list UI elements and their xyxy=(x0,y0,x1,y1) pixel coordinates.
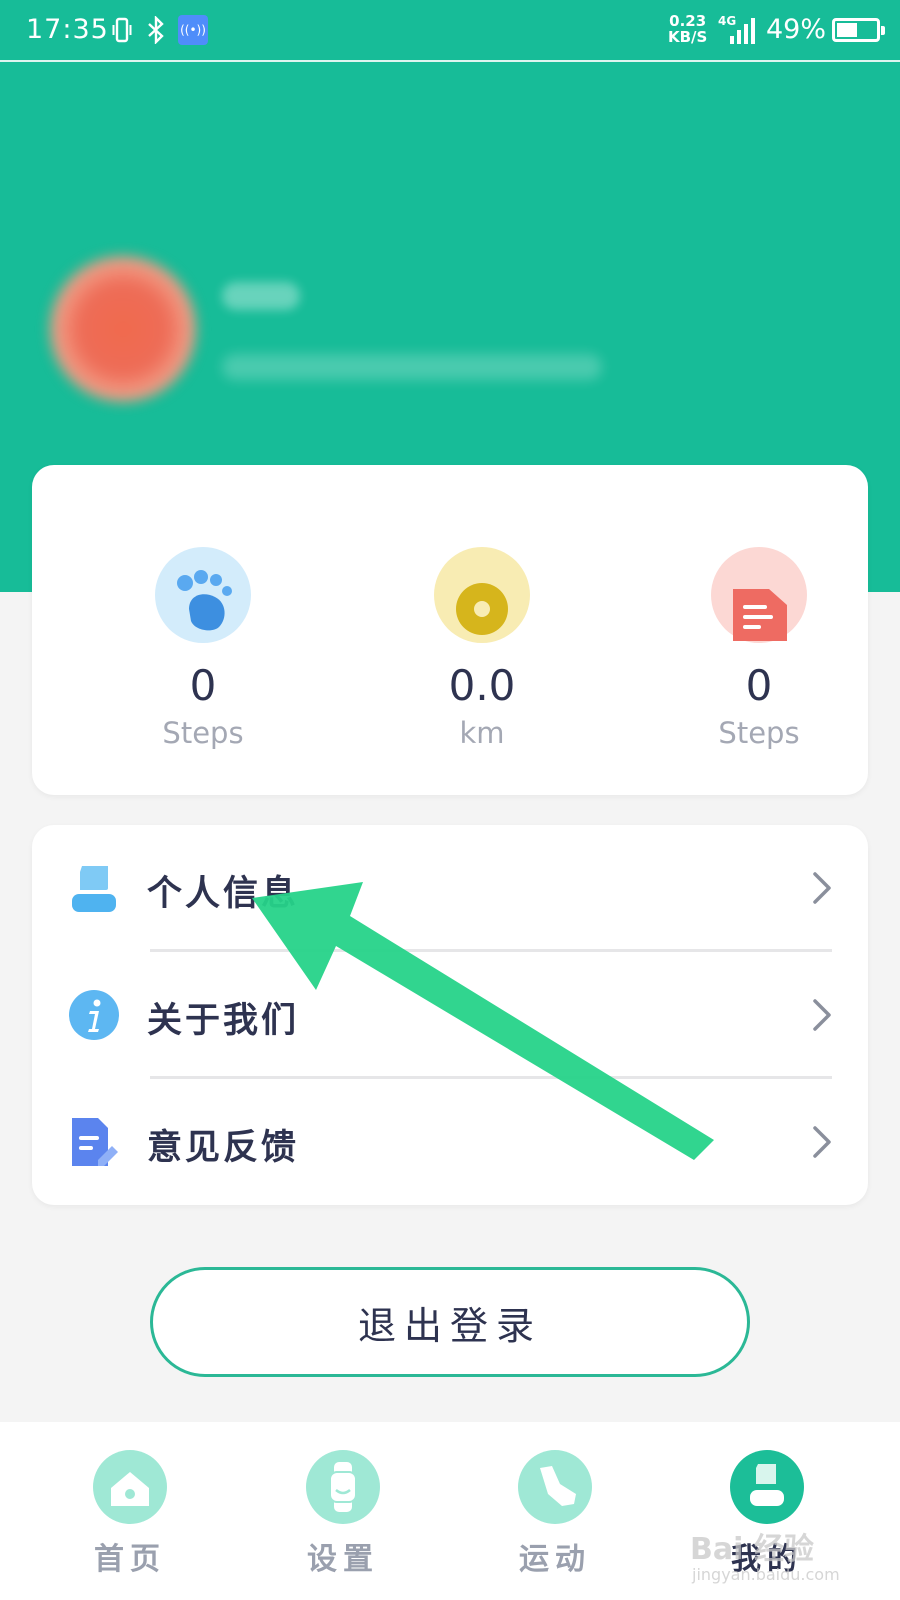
hotspot-icon: ((•)) xyxy=(178,15,208,45)
stat-distance-unit: km xyxy=(459,716,505,750)
shoe-icon xyxy=(518,1450,592,1524)
profile-id xyxy=(222,354,602,380)
signal-icon xyxy=(730,18,755,44)
tab-settings-label: 设置 xyxy=(307,1542,379,1577)
status-bar: 17:35 ((•)) 0.23 KB/S 4G 49% xyxy=(0,0,900,62)
distance-icon xyxy=(434,547,530,643)
logout-button[interactable]: 退出登录 xyxy=(150,1267,750,1377)
stats-card: 0 Steps 0.0 km 0 Steps xyxy=(32,465,868,795)
tab-home-label: 首页 xyxy=(94,1542,166,1577)
avatar[interactable] xyxy=(48,254,198,404)
profile-icon xyxy=(730,1450,804,1524)
stat-report-unit: Steps xyxy=(718,716,800,750)
tab-settings[interactable]: 设置 xyxy=(268,1450,418,1578)
paw-icon xyxy=(155,547,251,643)
watermark-url: jingyan.baidu.com xyxy=(692,1565,840,1584)
watermark: Bai 经验 xyxy=(690,1532,814,1567)
tab-sport-label: 运动 xyxy=(519,1542,591,1577)
vibrate-icon xyxy=(112,17,132,43)
net-speed-unit: KB/S xyxy=(668,28,708,46)
stat-distance-value: 0.0 xyxy=(448,661,516,710)
chevron-right-icon xyxy=(813,999,831,1031)
home-icon xyxy=(93,1450,167,1524)
watch-icon xyxy=(306,1450,380,1524)
feedback-icon xyxy=(72,1118,118,1166)
battery-icon xyxy=(832,18,885,42)
stat-steps-unit: Steps xyxy=(162,716,244,750)
tab-sport[interactable]: 运动 xyxy=(480,1450,630,1578)
net-speed-value: 0.23 xyxy=(669,12,707,30)
stat-steps: 0 Steps xyxy=(113,547,293,750)
menu-label-about-us: 关于我们 xyxy=(147,1000,300,1041)
stat-report: 0 Steps xyxy=(669,547,849,750)
net-speed: 0.23 KB/S xyxy=(668,13,707,45)
menu-label-personal-info: 个人信息 xyxy=(147,873,300,914)
menu-label-feedback: 意见反馈 xyxy=(147,1127,300,1168)
info-icon xyxy=(69,990,119,1040)
report-icon xyxy=(711,547,807,643)
chevron-right-icon xyxy=(813,872,831,904)
menu-item-about-us[interactable]: 关于我们 xyxy=(32,952,868,1078)
stat-report-value: 0 xyxy=(745,661,773,710)
chevron-right-icon xyxy=(813,1126,831,1158)
stat-distance: 0.0 km xyxy=(392,547,572,750)
menu-item-personal-info[interactable]: 个人信息 xyxy=(32,825,868,951)
user-icon xyxy=(72,866,116,912)
profile-name xyxy=(222,282,300,310)
status-time: 17:35 xyxy=(26,14,109,45)
stat-steps-value: 0 xyxy=(189,661,217,710)
menu-card: 个人信息 关于我们 意见反馈 xyxy=(32,825,868,1205)
tab-home[interactable]: 首页 xyxy=(55,1450,205,1578)
battery-percent: 49% xyxy=(766,14,827,45)
bluetooth-icon xyxy=(148,16,164,44)
menu-item-feedback[interactable]: 意见反馈 xyxy=(32,1079,868,1205)
